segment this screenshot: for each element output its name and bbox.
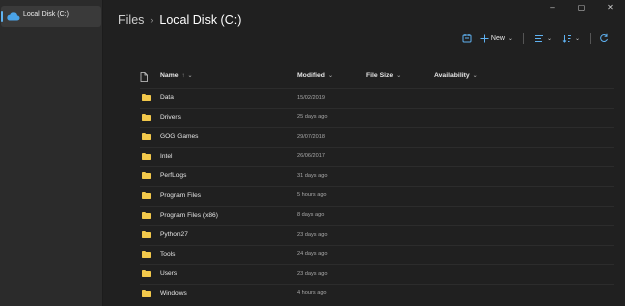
file-modified: 4 hours ago [297, 290, 327, 297]
table-row[interactable]: Python27 23 days ago [140, 225, 614, 245]
toolbar-divider [590, 32, 591, 44]
column-availability[interactable]: Availability ⌄ [434, 72, 478, 79]
file-modified: 5 hours ago [297, 192, 327, 199]
folder-icon [142, 270, 151, 278]
file-name: Program Files (x86) [160, 211, 218, 219]
file-name: Data [160, 94, 174, 101]
file-modified: 15/02/2019 [297, 94, 325, 101]
file-modified: 29/07/2018 [297, 133, 325, 140]
folder-icon [142, 231, 151, 239]
chevron-down-icon: ⌄ [574, 35, 580, 42]
close-button[interactable]: ✕ [596, 0, 625, 14]
file-list: Data 15/02/2019 Drivers 25 days ago GOG … [140, 88, 614, 304]
column-name[interactable]: Name ↑ ⌄ [160, 72, 193, 79]
breadcrumb-current[interactable]: Local Disk (C:) [159, 13, 241, 27]
refresh-icon[interactable] [598, 33, 609, 44]
table-row[interactable]: Program Files 5 hours ago [140, 185, 614, 206]
table-row[interactable]: GOG Games 29/07/2018 [140, 127, 614, 147]
table-row[interactable]: Tools 24 days ago [140, 244, 614, 265]
chevron-down-icon: ⌄ [396, 73, 402, 79]
file-name: Tools [160, 250, 176, 258]
layout-button[interactable]: ⌄ [531, 34, 555, 43]
folder-icon [142, 94, 151, 101]
sort-icon [562, 34, 571, 43]
folder-icon [142, 250, 151, 258]
plus-icon [480, 34, 489, 42]
table-row[interactable]: PerfLogs 31 days ago [140, 166, 614, 186]
open-in-terminal-icon[interactable] [462, 33, 473, 44]
toolbar: New ⌄ ⌄ ⌄ [462, 31, 609, 45]
table-row[interactable]: Program Files (x86) 8 days ago [140, 205, 614, 226]
folder-icon [142, 152, 151, 160]
chevron-right-icon: › [150, 15, 154, 25]
breadcrumb-root[interactable]: Files [118, 13, 144, 27]
column-modified[interactable]: Modified ⌄ [297, 72, 333, 79]
sort-button[interactable]: ⌄ [559, 34, 583, 43]
folder-icon [142, 289, 151, 297]
file-name: PerfLogs [160, 172, 187, 180]
column-name-label: Name [160, 72, 179, 79]
file-modified: 23 days ago [297, 231, 328, 238]
table-row[interactable]: Users 23 days ago [140, 264, 614, 284]
sidebar: Local Disk (C:) [0, 0, 103, 306]
folder-icon [142, 191, 151, 199]
file-name: Intel [160, 152, 173, 160]
folder-icon [142, 172, 151, 180]
folder-icon [142, 133, 151, 141]
table-row[interactable]: Intel 26/06/2017 [140, 146, 614, 167]
window-controls: – ▢ ✕ [538, 0, 625, 14]
chevron-down-icon: ⌄ [187, 73, 193, 79]
new-button-label: New [490, 34, 505, 42]
table-row[interactable]: Drivers 25 days ago [140, 107, 614, 128]
file-modified: 31 days ago [297, 172, 328, 179]
column-availability-label: Availability [434, 72, 470, 79]
file-name: Program Files [160, 191, 202, 199]
breadcrumb: Files › Local Disk (C:) [118, 13, 241, 27]
table-row[interactable]: Windows 4 hours ago [140, 283, 614, 304]
sidebar-item-local-disk[interactable]: Local Disk (C:) [1, 6, 101, 27]
file-name: Users [160, 270, 178, 278]
maximize-button[interactable]: ▢ [567, 0, 596, 14]
cloud-drive-icon [7, 12, 20, 21]
sidebar-item-label: Local Disk (C:) [23, 11, 69, 18]
column-modified-label: Modified [297, 72, 325, 79]
chevron-down-icon: ⌄ [472, 73, 478, 79]
sort-ascending-icon: ↑ [181, 72, 185, 79]
file-modified: 25 days ago [297, 114, 328, 121]
column-size[interactable]: File Size ⌄ [366, 72, 401, 79]
file-name: GOG Games [160, 133, 199, 141]
minimize-button[interactable]: – [538, 0, 567, 14]
layout-icon [534, 34, 543, 42]
column-header-row: Name ↑ ⌄ Modified ⌄ File Size ⌄ Availabi… [140, 72, 614, 84]
column-size-label: File Size [366, 72, 394, 79]
file-name: Windows [160, 289, 187, 297]
file-name: Python27 [160, 231, 188, 239]
file-modified: 24 days ago [297, 251, 328, 258]
new-button[interactable]: New ⌄ [477, 34, 516, 43]
file-modified: 26/06/2017 [297, 153, 325, 160]
main-pane: – ▢ ✕ Files › Local Disk (C:) New ⌄ ⌄ ⌄ … [104, 0, 625, 306]
file-name: Drivers [160, 113, 181, 121]
file-icon [140, 72, 148, 82]
file-modified: 8 days ago [297, 212, 325, 219]
table-row[interactable]: Data 15/02/2019 [140, 88, 614, 108]
file-modified: 23 days ago [297, 270, 328, 277]
chevron-down-icon: ⌄ [546, 35, 552, 42]
folder-icon [142, 211, 151, 219]
toolbar-divider [522, 32, 524, 44]
selection-indicator [1, 11, 3, 22]
chevron-down-icon: ⌄ [327, 73, 333, 79]
folder-icon [142, 113, 151, 121]
chevron-down-icon: ⌄ [507, 35, 513, 42]
